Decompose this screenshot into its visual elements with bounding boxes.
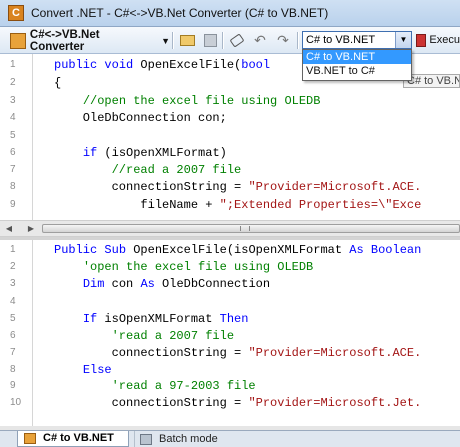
tab-csharp-to-vb[interactable]: C# to VB.NET <box>17 431 129 447</box>
conversion-select[interactable]: C# to VB.NET ▼ <box>302 31 412 49</box>
save-icon <box>203 34 217 47</box>
conversion-select-value: C# to VB.NET <box>306 34 376 46</box>
execute-label: Execu <box>429 34 460 46</box>
undo-icon: ↶ <box>254 32 266 48</box>
code-line: 4 OleDbConnection con; <box>10 111 227 125</box>
save-button[interactable] <box>201 31 219 50</box>
scroll-right-icon[interactable]: ▶ <box>26 223 36 234</box>
code-line: 2 'open the excel file using OLEDB <box>10 260 314 274</box>
conversion-option[interactable]: VB.NET to C# <box>303 64 411 78</box>
undo-button[interactable]: ↶ <box>251 31 269 50</box>
clear-icon <box>229 33 245 48</box>
tab-label: Batch mode <box>159 432 218 445</box>
code-line: 3 //open the excel file using OLEDB <box>10 94 321 108</box>
scroll-left-icon[interactable]: ◀ <box>4 223 14 234</box>
code-line: 1 Public Sub OpenExcelFile(isOpenXMLForma… <box>10 243 422 257</box>
scrollbar-thumb[interactable] <box>42 224 460 233</box>
code-line: 5 If isOpenXMLFormat Then <box>10 312 249 326</box>
tab-converter-icon <box>24 433 36 444</box>
code-line: 10 connectionString = "Provider=Microsof… <box>10 396 422 410</box>
code-line: 8 Else <box>10 363 112 377</box>
open-folder-icon <box>179 35 195 46</box>
tab-label: C# to VB.NET <box>43 432 114 444</box>
code-line: 3 Dim con As OleDbConnection <box>10 277 271 291</box>
converter-label: C#<->VB.Net Converter <box>29 28 100 53</box>
conversion-options-list: C# to VB.NET VB.NET to C# <box>302 49 412 81</box>
result-editor[interactable]: 1 Public Sub OpenExcelFile(isOpenXMLForma… <box>0 240 460 426</box>
converter-icon <box>10 32 26 49</box>
code-line: 7 //read a 2007 file <box>10 163 242 177</box>
code-line: 4 <box>10 296 16 307</box>
window-title: Convert .NET - C#<->VB.Net Converter (C#… <box>31 6 329 20</box>
code-line: 8 connectionString = "Provider=Microsoft… <box>10 180 422 194</box>
execute-button[interactable]: Execu <box>416 31 460 49</box>
tab-bar: C# to VB.NET Batch mode <box>0 430 460 447</box>
horizontal-scrollbar[interactable]: ◀ ▶ <box>0 220 460 237</box>
open-button[interactable] <box>178 31 196 50</box>
execute-icon <box>416 33 427 47</box>
grip-icon <box>240 226 250 231</box>
clear-button[interactable] <box>228 31 246 50</box>
toolbar-separator <box>297 32 299 49</box>
toolbar-separator <box>172 32 174 49</box>
code-line: 9 'read a 97-2003 file <box>10 379 256 393</box>
title-bar: C Convert .NET - C#<->VB.Net Converter (… <box>0 0 460 27</box>
batch-mode-icon <box>140 433 152 445</box>
code-line: 7 connectionString = "Provider=Microsoft… <box>10 346 422 360</box>
code-line: 5 <box>10 130 16 141</box>
code-line: 6 if (isOpenXMLFormat) <box>10 146 227 160</box>
chevron-down-icon[interactable]: ▼ <box>395 32 411 48</box>
app-icon: C <box>8 5 24 21</box>
conversion-option[interactable]: C# to VB.NET <box>303 50 411 64</box>
toolbar-separator <box>222 32 224 49</box>
redo-icon: ↷ <box>277 32 289 48</box>
converter-menu-button[interactable]: C#<->VB.Net Converter ▼ <box>10 28 170 53</box>
tab-batch-mode[interactable]: Batch mode <box>134 431 234 447</box>
chevron-down-icon: ▼ <box>161 35 170 46</box>
redo-button[interactable]: ↷ <box>274 31 292 50</box>
code-line: 9 fileName + ";Extended Properties=\"Exc… <box>10 198 422 212</box>
code-line: 6 'read a 2007 file <box>10 329 235 343</box>
